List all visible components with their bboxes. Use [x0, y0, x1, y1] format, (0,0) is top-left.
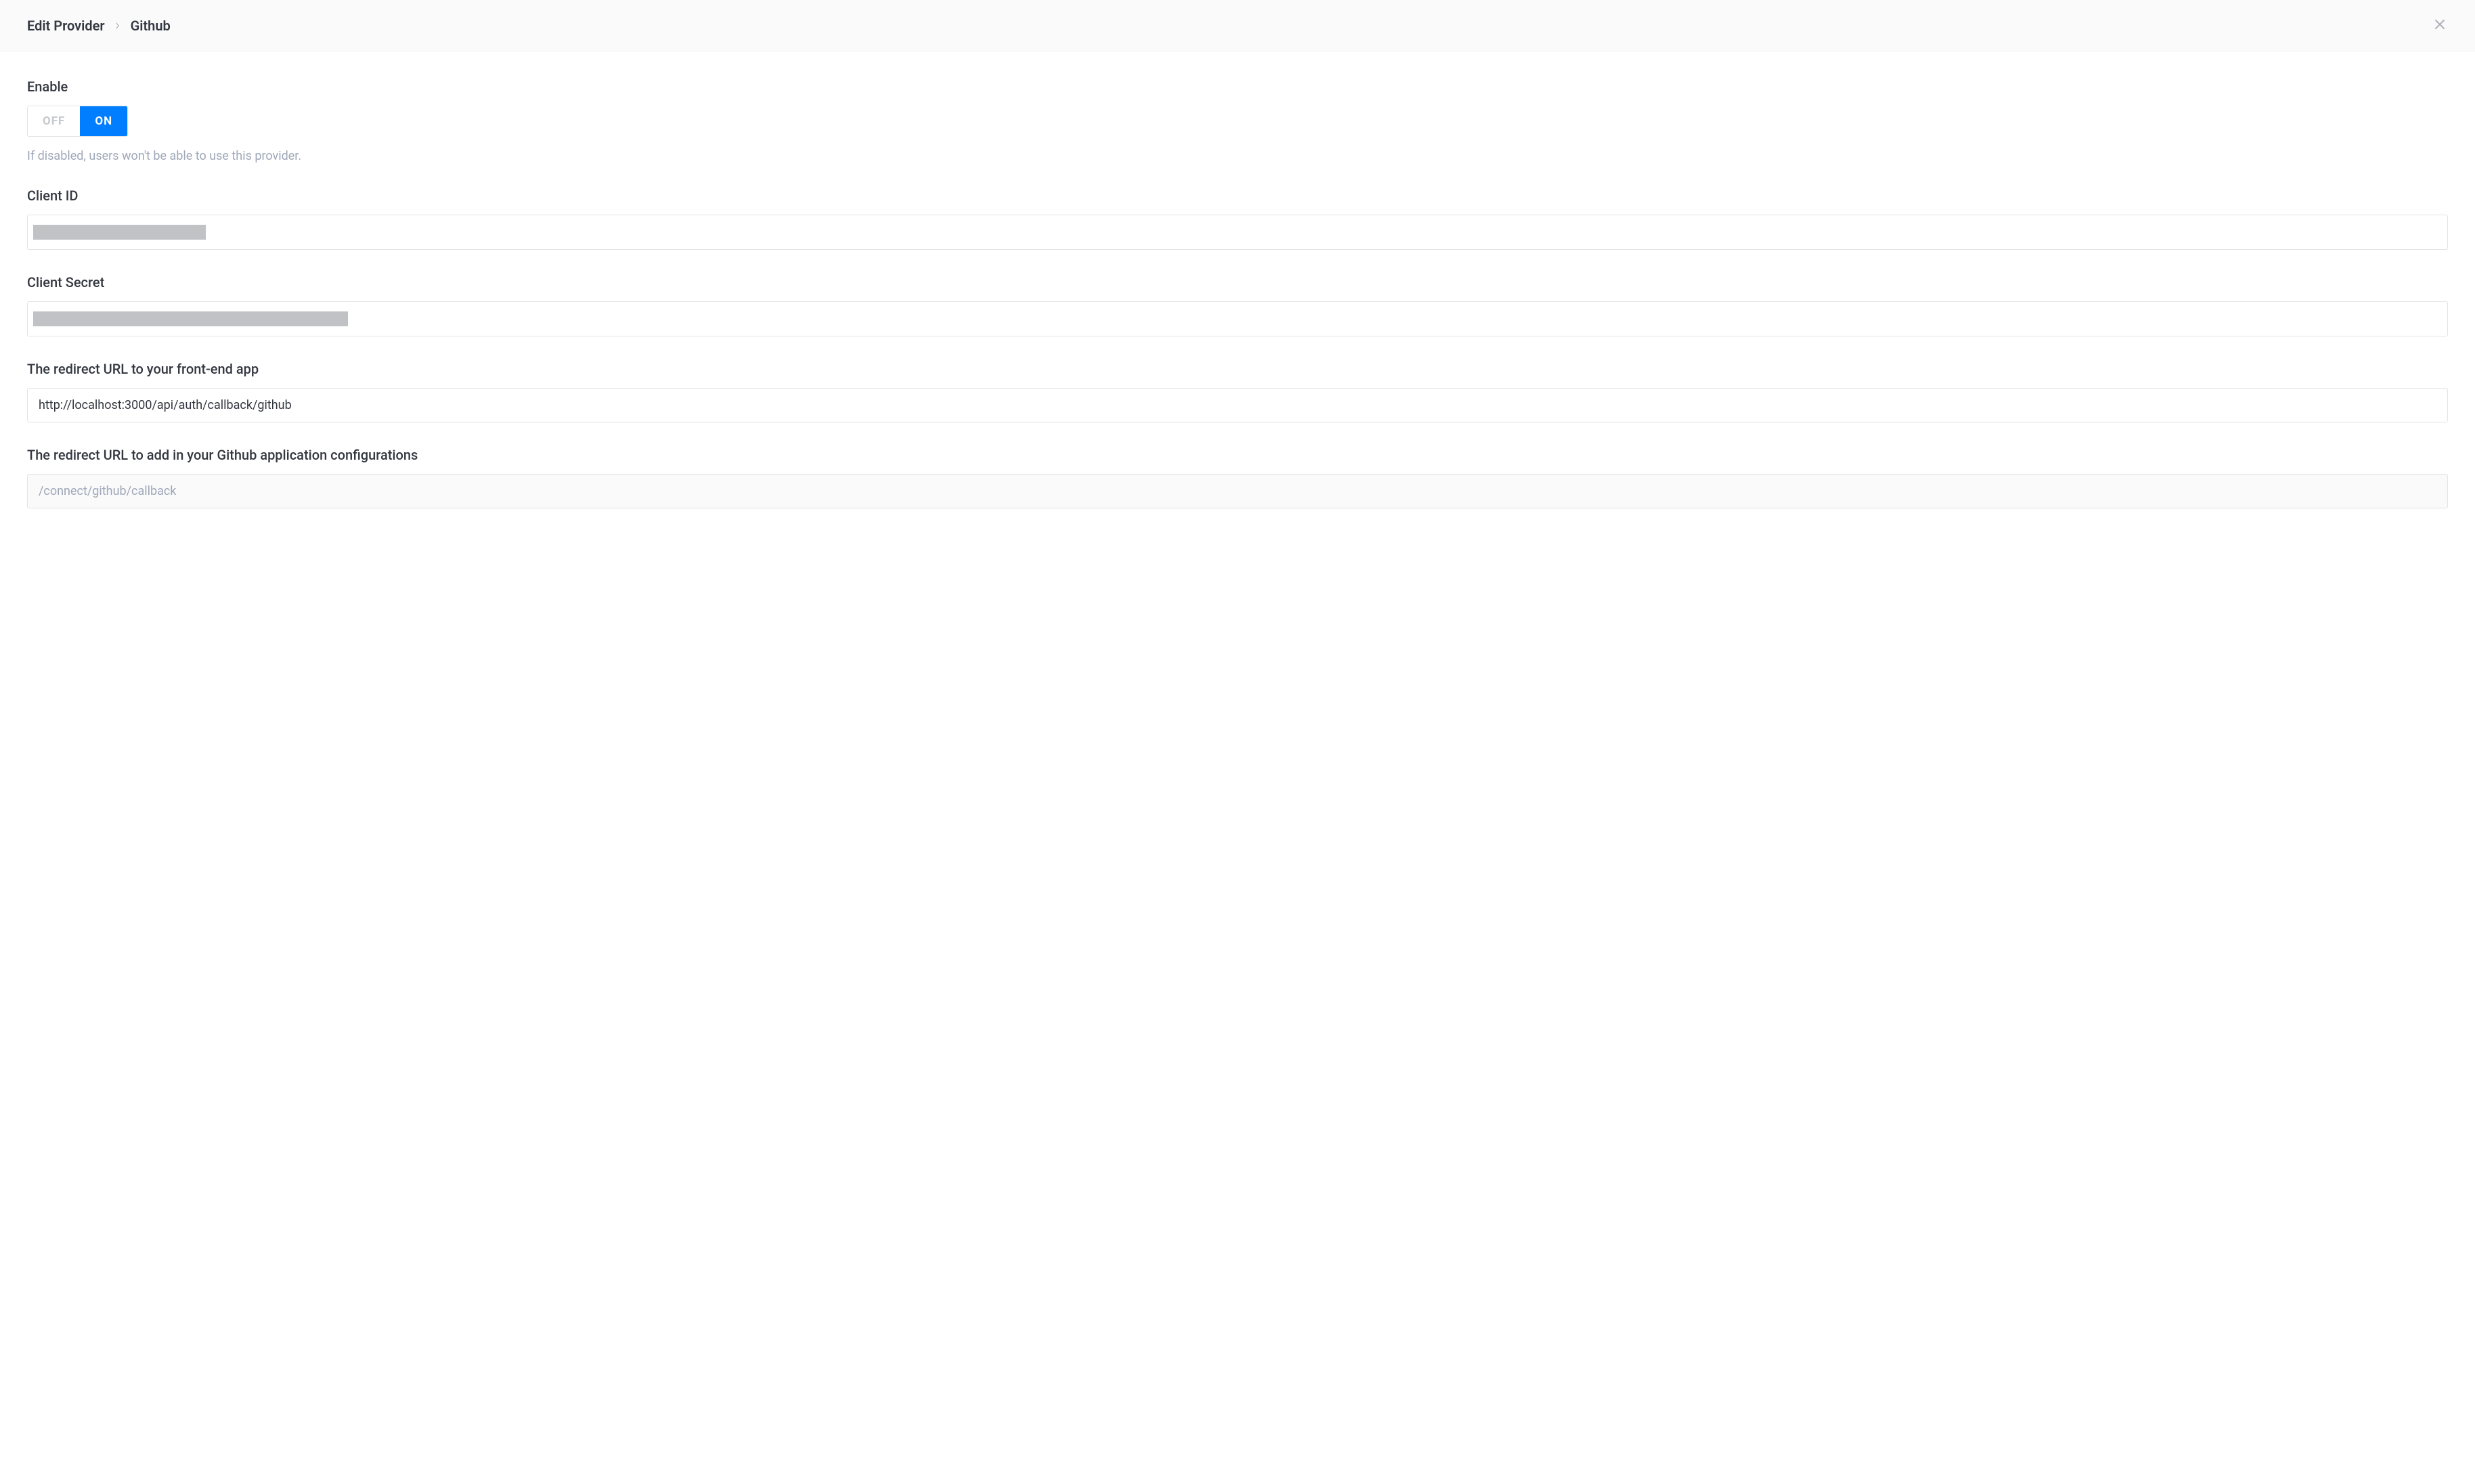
page-header: Edit Provider Github: [0, 0, 2475, 51]
redirect-frontend-input[interactable]: [27, 388, 2448, 422]
breadcrumb-root: Edit Provider: [27, 18, 105, 34]
client-secret-label: Client Secret: [27, 274, 2448, 290]
redacted-value: [33, 225, 206, 240]
close-icon: [2434, 19, 2445, 32]
client-secret-group: Client Secret: [27, 274, 2448, 336]
breadcrumb: Edit Provider Github: [27, 18, 171, 34]
client-secret-input-wrapper[interactable]: [27, 301, 2448, 336]
redirect-github-group: The redirect URL to add in your Github a…: [27, 447, 2448, 508]
redirect-github-label: The redirect URL to add in your Github a…: [27, 447, 2448, 463]
toggle-on-button[interactable]: ON: [80, 106, 127, 136]
redirect-github-input: [27, 474, 2448, 508]
enable-group: Enable OFF ON If disabled, users won't b…: [27, 79, 2448, 163]
close-button[interactable]: [2432, 16, 2448, 35]
enable-help-text: If disabled, users won't be able to use …: [27, 149, 2448, 163]
breadcrumb-current: Github: [131, 18, 171, 34]
enable-toggle: OFF ON: [27, 106, 128, 137]
client-id-group: Client ID: [27, 188, 2448, 250]
redirect-frontend-label: The redirect URL to your front-end app: [27, 361, 2448, 377]
toggle-off-button[interactable]: OFF: [28, 106, 80, 136]
enable-label: Enable: [27, 79, 2448, 95]
redacted-value: [33, 311, 348, 326]
chevron-right-icon: [114, 19, 121, 32]
client-id-label: Client ID: [27, 188, 2448, 204]
redirect-frontend-group: The redirect URL to your front-end app: [27, 361, 2448, 422]
client-id-input-wrapper[interactable]: [27, 215, 2448, 250]
form-content: Enable OFF ON If disabled, users won't b…: [0, 51, 2475, 560]
